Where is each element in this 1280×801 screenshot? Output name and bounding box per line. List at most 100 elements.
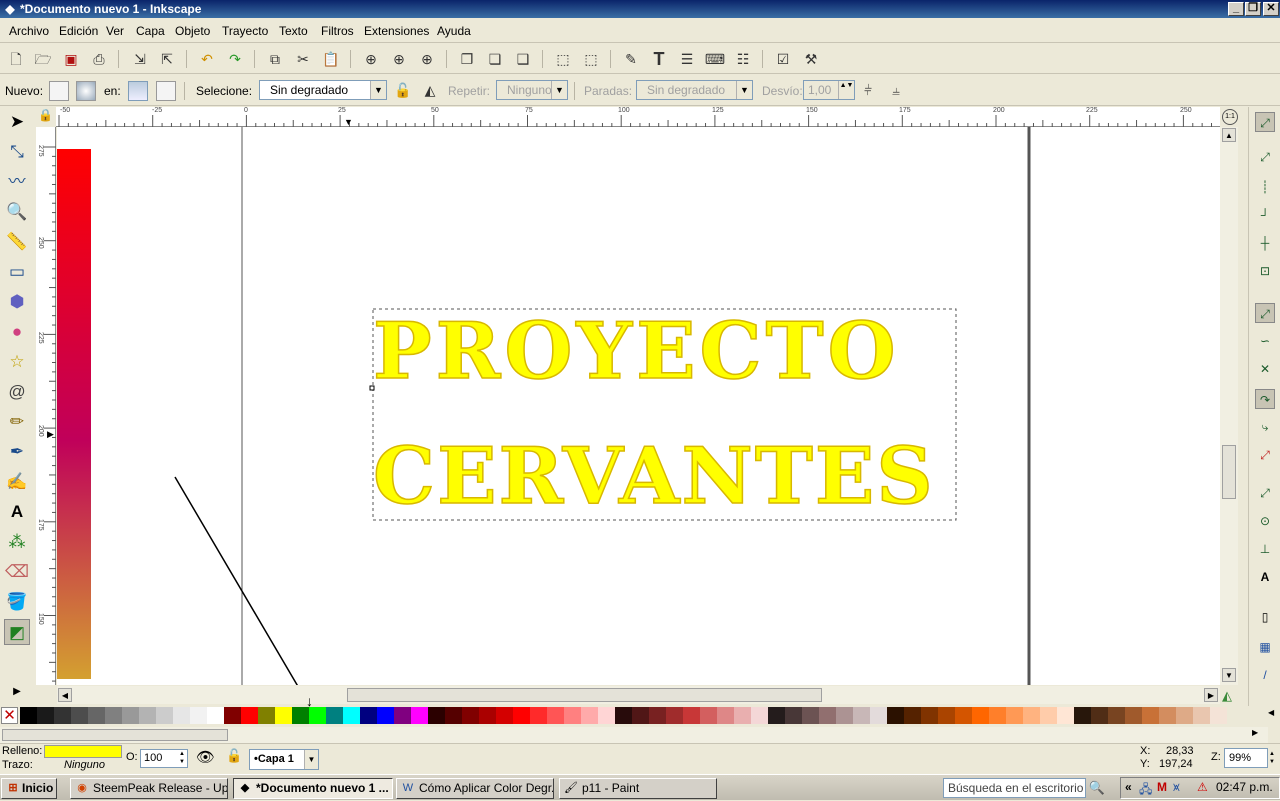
zoom-drawing-icon[interactable]: ⊕ — [388, 48, 410, 70]
snap-object-midpoints-icon[interactable]: ⤢ — [1255, 483, 1275, 503]
color-swatch[interactable] — [54, 707, 71, 724]
color-swatch[interactable] — [989, 707, 1006, 724]
color-swatch[interactable] — [717, 707, 734, 724]
vertical-scroll-thumb[interactable] — [1222, 445, 1236, 499]
color-swatch[interactable] — [292, 707, 309, 724]
color-swatch[interactable] — [683, 707, 700, 724]
zoom-input[interactable]: 99% — [1224, 748, 1268, 768]
spray-tool-icon[interactable]: ⁂ — [4, 529, 30, 555]
import-icon[interactable]: ⇲ — [129, 48, 151, 70]
color-swatch[interactable] — [1125, 707, 1142, 724]
color-swatch[interactable] — [513, 707, 530, 724]
text-font-icon[interactable]: T — [648, 48, 670, 70]
menu-objeto[interactable]: Objeto — [175, 24, 210, 38]
color-swatch[interactable] — [768, 707, 785, 724]
color-swatch[interactable] — [1108, 707, 1125, 724]
pen-tool-icon[interactable]: ✒ — [4, 439, 30, 465]
snap-bbox-centers-icon[interactable]: ⊡ — [1255, 261, 1275, 281]
snap-rotation-center-icon[interactable]: ⊙ — [1255, 511, 1275, 531]
color-swatch[interactable] — [1142, 707, 1159, 724]
color-swatch[interactable] — [632, 707, 649, 724]
color-swatch[interactable] — [734, 707, 751, 724]
spinner-arrows-icon[interactable]: ▲ ▼ — [1269, 750, 1275, 766]
color-swatch[interactable] — [173, 707, 190, 724]
eraser-tool-icon[interactable]: ⌫ — [4, 559, 30, 585]
snap-guides-icon[interactable]: / — [1255, 665, 1275, 685]
snap-text-baseline-icon[interactable]: ⊥ — [1255, 539, 1275, 559]
color-swatch[interactable] — [649, 707, 666, 724]
rectangle-tool-icon[interactable]: ▭ — [4, 259, 30, 285]
color-swatch[interactable] — [71, 707, 88, 724]
menu-extensiones[interactable]: Extensiones — [364, 24, 429, 38]
snap-grids-icon[interactable]: ▦ — [1255, 637, 1275, 657]
snap-intersections-icon[interactable]: ✕ — [1255, 359, 1275, 379]
taskbar-item-word[interactable]: W Cómo Aplicar Color Degr... — [396, 778, 554, 799]
color-swatch[interactable] — [1159, 707, 1176, 724]
color-swatch[interactable] — [700, 707, 717, 724]
lock-guides-icon[interactable]: 🔒 — [38, 108, 53, 122]
layers-icon[interactable]: ☰ — [676, 48, 698, 70]
new-document-icon[interactable]: 🗋 — [5, 48, 27, 70]
color-swatch[interactable] — [785, 707, 802, 724]
color-swatch[interactable] — [1023, 707, 1040, 724]
snap-smooth-nodes-icon[interactable]: ⤷ — [1255, 417, 1275, 437]
color-swatch[interactable] — [530, 707, 547, 724]
color-swatch[interactable] — [20, 707, 37, 724]
snap-cusp-nodes-icon[interactable]: ↷ — [1255, 389, 1275, 409]
color-swatch[interactable] — [1006, 707, 1023, 724]
spiral-tool-icon[interactable]: @ — [4, 379, 30, 405]
fill-indicator[interactable] — [44, 745, 122, 758]
cut-icon[interactable]: ✂ — [292, 48, 314, 70]
calligraphy-tool-icon[interactable]: ✍ — [4, 469, 30, 495]
color-swatch[interactable] — [241, 707, 258, 724]
menu-trayecto[interactable]: Trayecto — [222, 24, 268, 38]
unlink-clone-icon[interactable]: ❑ — [512, 48, 534, 70]
node-tool-icon[interactable]: ⤡ — [4, 139, 30, 165]
color-swatch[interactable] — [1057, 707, 1074, 724]
color-swatch[interactable] — [1040, 707, 1057, 724]
snap-bbox-midpoints-icon[interactable]: ┼ — [1255, 233, 1275, 253]
menu-filtros[interactable]: Filtros — [321, 24, 354, 38]
copy-icon[interactable]: ⧉ — [264, 48, 286, 70]
pencil-tool-icon[interactable]: ✏ — [4, 409, 30, 435]
menu-archivo[interactable]: Archivo — [9, 24, 49, 38]
color-swatch[interactable] — [445, 707, 462, 724]
toggle-layer-visibility-icon[interactable]: 👁 — [196, 748, 215, 766]
opacity-spinner[interactable]: 100 ▲ ▼ — [140, 749, 188, 768]
redo-icon[interactable]: ↷ — [224, 48, 246, 70]
color-swatch[interactable] — [819, 707, 836, 724]
document-properties-icon[interactable]: ☑ — [772, 48, 794, 70]
color-swatch[interactable] — [1210, 707, 1227, 724]
taskbar-item-paint[interactable]: 🖌 p11 - Paint — [559, 778, 717, 799]
minimize-button[interactable]: _ — [1228, 2, 1244, 16]
wireless-icon[interactable]: ⩙ — [1173, 780, 1180, 795]
scroll-down-icon[interactable]: ▼ — [1222, 668, 1236, 682]
color-swatch[interactable] — [428, 707, 445, 724]
zoom-page-icon[interactable]: ⊕ — [416, 48, 438, 70]
zoom-selection-icon[interactable]: ⊕ — [360, 48, 382, 70]
snap-nodes-icon[interactable]: ⤢ — [1255, 303, 1275, 323]
color-swatch[interactable] — [224, 707, 241, 724]
color-swatch[interactable] — [37, 707, 54, 724]
search-icon[interactable]: 🔍 — [1087, 778, 1107, 798]
scroll-right-icon[interactable]: ▶ — [1204, 688, 1218, 702]
color-swatch[interactable] — [1176, 707, 1193, 724]
color-swatch[interactable] — [547, 707, 564, 724]
color-swatch[interactable] — [122, 707, 139, 724]
palette-menu-icon[interactable]: ◀ — [1268, 708, 1274, 717]
linear-gradient-button[interactable] — [49, 81, 69, 101]
snap-enable-icon[interactable]: ⤢ — [1255, 112, 1275, 132]
drawing-canvas[interactable]: PROYECTO CERVANTES — [57, 127, 1220, 685]
add-stop-icon[interactable]: ⫩ — [857, 79, 879, 101]
measure-tool-icon[interactable]: 📏 — [4, 229, 30, 255]
radial-gradient-button[interactable] — [76, 81, 96, 101]
snap-bbox-edges-icon[interactable]: ┊ — [1255, 177, 1275, 197]
taskbar-item-inkscape[interactable]: ◆ *Documento nuevo 1 ... — [233, 778, 393, 799]
tray-expand-icon[interactable]: « — [1125, 780, 1132, 794]
3d-box-tool-icon[interactable]: ⬢ — [4, 289, 30, 315]
color-swatch[interactable] — [343, 707, 360, 724]
menu-capa[interactable]: Capa — [136, 24, 165, 38]
color-swatch[interactable] — [88, 707, 105, 724]
snap-line-midpoints-icon[interactable]: ⤢ — [1255, 445, 1275, 465]
color-swatch[interactable] — [309, 707, 326, 724]
